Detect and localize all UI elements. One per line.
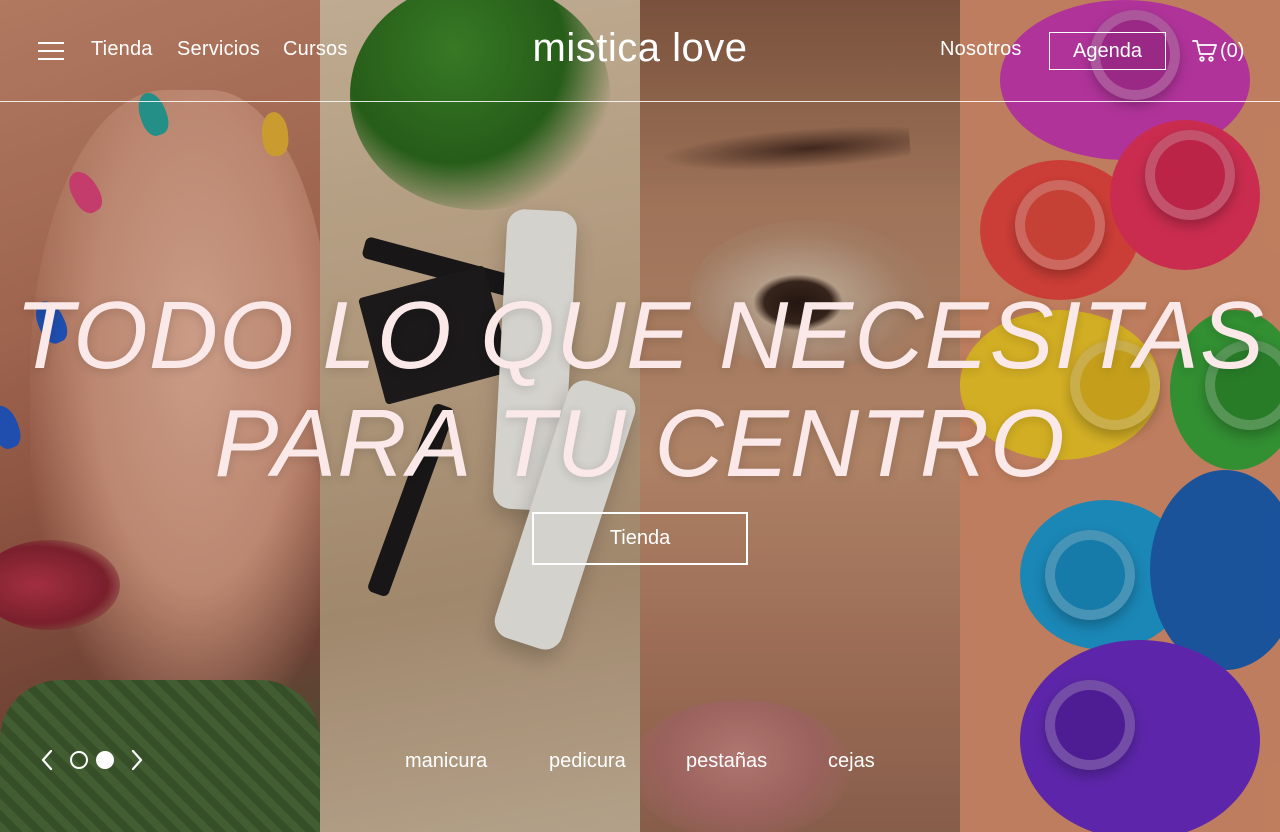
menu-icon[interactable] [38, 42, 64, 60]
cart-icon [1192, 40, 1217, 62]
agenda-button[interactable]: Agenda [1049, 32, 1166, 70]
slide-dot-1[interactable] [70, 751, 88, 769]
chevron-left-icon[interactable] [38, 748, 56, 772]
hero-section: Tienda Servicios Cursos mistica love Nos… [0, 0, 1280, 832]
nav-link-tienda[interactable]: Tienda [91, 38, 153, 61]
category-link-pedicura[interactable]: pedicura [549, 750, 626, 773]
brand-logo[interactable]: mistica love [533, 26, 748, 70]
hero-headline-line-1: TODO LO QUE NECESITAS [15, 282, 1265, 389]
nav-link-cursos[interactable]: Cursos [283, 38, 348, 61]
chevron-right-icon[interactable] [128, 748, 146, 772]
site-header: Tienda Servicios Cursos mistica love Nos… [0, 0, 1280, 102]
hero-headline: TODO LO QUE NECESITAS PARA TU CENTRO [0, 282, 1280, 498]
slide-dot-2-active[interactable] [96, 751, 114, 769]
cart-button[interactable]: (0) [1192, 38, 1244, 64]
category-link-cejas[interactable]: cejas [828, 750, 875, 773]
nav-link-nosotros[interactable]: Nosotros [940, 38, 1022, 61]
nav-link-servicios[interactable]: Servicios [177, 38, 260, 61]
category-link-manicura[interactable]: manicura [405, 750, 487, 773]
shop-cta-button[interactable]: Tienda [532, 512, 748, 565]
hero-headline-line-2: PARA TU CENTRO [214, 390, 1066, 497]
cart-count: (0) [1220, 39, 1245, 62]
category-link-pestanas[interactable]: pestañas [686, 750, 767, 773]
